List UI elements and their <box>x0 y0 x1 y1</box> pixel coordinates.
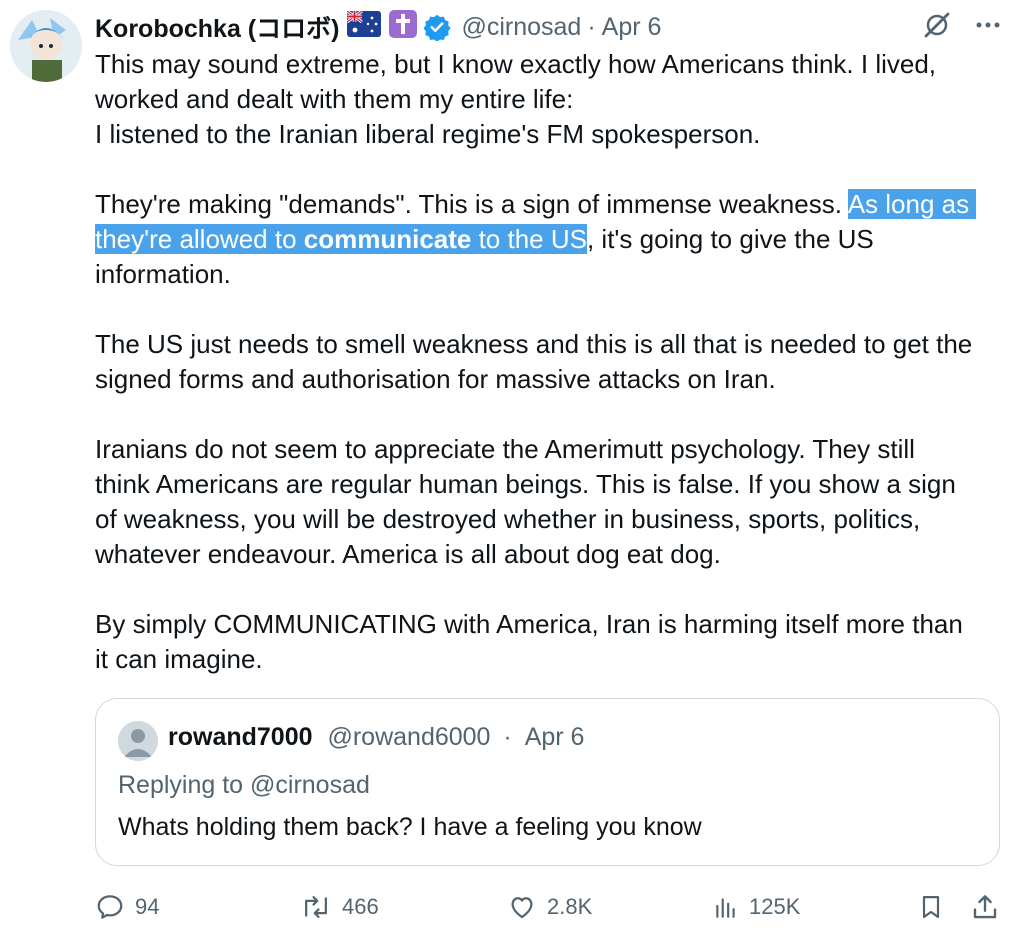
author-display-name[interactable]: Korobochka (コロボ) <box>95 9 339 45</box>
australia-flag-icon <box>346 9 382 44</box>
quoted-handle[interactable]: @rowand6000 <box>327 723 490 751</box>
repost-button[interactable]: 466 <box>300 892 379 922</box>
author-handle[interactable]: @cirnosad <box>461 13 581 42</box>
body-line: worked and dealt with them my entire lif… <box>95 84 574 114</box>
selected-text: they're allowed to communicate to the US <box>95 224 587 254</box>
reply-count: 94 <box>135 894 160 919</box>
tweet-action-bar: 94 466 2.8K 125K <box>0 886 1016 932</box>
more-options-icon[interactable] <box>974 11 1002 39</box>
share-button[interactable] <box>970 892 1000 922</box>
selected-text: As long as <box>847 189 970 219</box>
body-text-segment: They're making "demands". This is a sign… <box>95 189 848 219</box>
default-avatar-icon <box>118 721 158 761</box>
separator-dot: · <box>503 723 512 751</box>
tweet-date[interactable]: Apr 6 <box>602 13 662 42</box>
body-line: information. <box>95 259 231 289</box>
reply-icon <box>97 895 123 919</box>
verified-badge-icon[interactable] <box>423 13 451 42</box>
view-count: 125K <box>749 894 801 919</box>
tweet-body: This may sound extreme, but I know exact… <box>95 47 1007 677</box>
body-line: They're making "demands". This is a sign… <box>95 187 1007 222</box>
body-line: This may sound extreme, but I know exact… <box>95 49 937 79</box>
like-button[interactable]: 2.8K <box>507 892 592 922</box>
body-line: The US just needs to smell weakness and … <box>95 329 973 359</box>
avatar-image <box>10 10 82 82</box>
repost-icon <box>305 896 327 918</box>
quoted-tweet-header: rowand7000 @rowand6000 · Apr 6 <box>168 723 584 752</box>
body-line: signed forms and authorisation for massi… <box>95 364 776 394</box>
separator-dot: · <box>587 12 596 41</box>
bookmark-button[interactable] <box>917 892 945 922</box>
replying-to-label: Replying to @cirnosad <box>118 771 370 799</box>
heart-icon <box>511 897 533 919</box>
latin-cross-icon <box>389 9 418 45</box>
body-line: it can imagine. <box>95 644 263 674</box>
grok-icon[interactable] <box>922 10 952 40</box>
tweet-header: Korobochka (コロボ) @cirnosad · Apr 6 <box>95 8 661 46</box>
quoted-display-name[interactable]: rowand7000 <box>168 723 313 751</box>
repost-count: 466 <box>342 894 379 919</box>
views-chart-icon <box>716 898 735 918</box>
share-icon <box>973 895 997 919</box>
selected-text-segment: they're allowed to <box>95 224 304 254</box>
quoted-tweet-card[interactable]: rowand7000 @rowand6000 · Apr 6 Replying … <box>95 698 1000 866</box>
bookmark-icon <box>922 895 940 919</box>
quoted-tweet-text: Whats holding them back? I have a feelin… <box>118 813 702 841</box>
body-line: they're allowed to communicate to the US… <box>95 222 1007 257</box>
author-avatar[interactable] <box>10 10 82 82</box>
reply-button[interactable]: 94 <box>95 892 159 922</box>
selected-text-pad <box>969 189 977 219</box>
body-line: Iranians do not seem to appreciate the A… <box>95 434 915 464</box>
body-line: whatever endeavour. America is all about… <box>95 539 721 569</box>
body-text-segment: , it's going to give the US <box>586 224 874 254</box>
views-button[interactable]: 125K <box>713 892 800 922</box>
like-count: 2.8K <box>547 894 593 919</box>
body-line: I listened to the Iranian liberal regime… <box>95 119 761 149</box>
selected-bold-text: communicate <box>303 224 472 254</box>
body-line: of weakness, you will be destroyed wheth… <box>95 504 921 534</box>
selected-text-segment: to the US <box>471 224 587 254</box>
quoted-date[interactable]: Apr 6 <box>525 723 585 751</box>
tweet-top-actions <box>922 10 1002 40</box>
body-line: think Americans are regular human beings… <box>95 469 956 499</box>
body-line: By simply COMMUNICATING with America, Ir… <box>95 609 963 639</box>
quoted-author-avatar[interactable] <box>118 721 158 761</box>
